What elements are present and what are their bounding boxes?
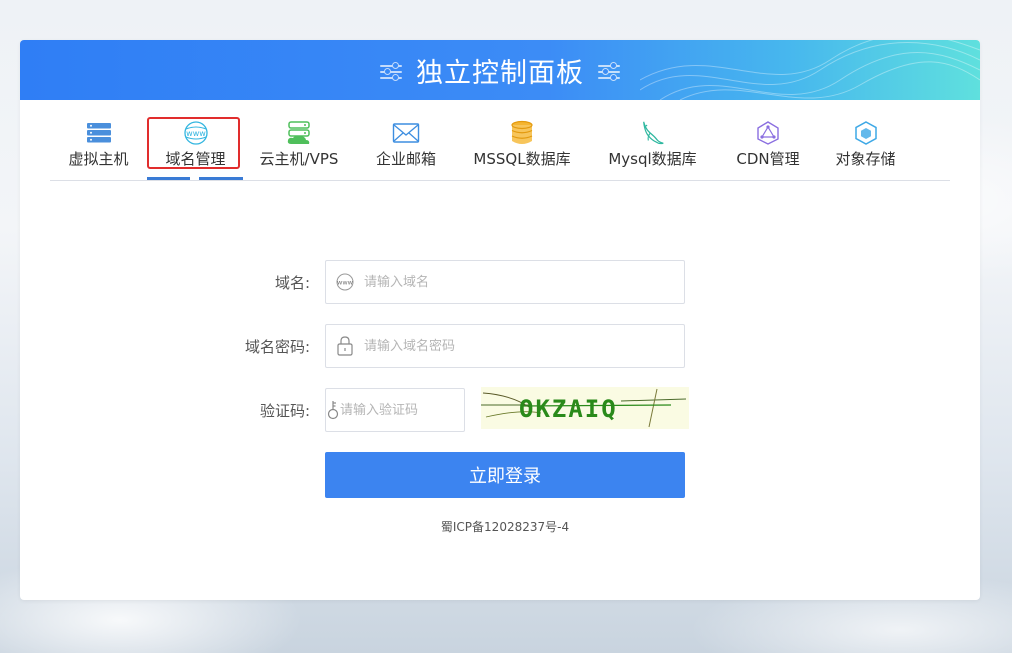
www-icon: www [326,273,364,291]
captcha-text: OKZAIQ [519,395,618,423]
password-field[interactable] [325,324,685,368]
login-button[interactable]: 立即登录 [325,452,685,498]
svg-text:www: www [337,279,354,287]
captcha-field[interactable] [325,388,510,432]
domain-field[interactable]: www [325,260,685,304]
icp-record[interactable]: 蜀ICP备12028237号-4 [325,518,685,535]
captcha-label: 验证码: [259,402,310,420]
password-input[interactable] [364,331,684,361]
domain-label: 域名: [274,274,310,292]
lock-icon [326,336,364,356]
domain-input[interactable] [364,267,684,297]
key-icon [326,400,340,420]
captcha-image[interactable]: OKZAIQ [481,387,689,429]
password-label: 域名密码: [244,338,310,356]
login-form: 域名: www 域名密码: 验证码: [20,40,980,600]
login-panel: 独立控制面板 虚拟主机 www 域名管理 云主机/VPS 企业邮箱 MSSQL数… [20,40,980,600]
